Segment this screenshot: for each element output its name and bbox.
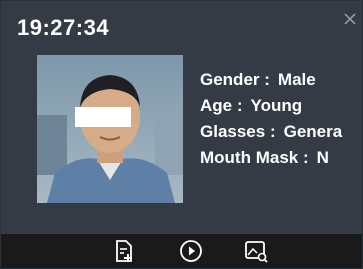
attribute-value: N bbox=[316, 148, 329, 167]
attribute-label: Glasses : bbox=[200, 122, 276, 141]
attribute-age: Age : Young bbox=[200, 93, 362, 119]
attribute-value: Genera bbox=[283, 122, 343, 141]
attribute-label: Gender : bbox=[200, 70, 270, 89]
privacy-mask-bar bbox=[75, 107, 131, 127]
face-photo bbox=[37, 55, 183, 203]
attribute-value: Young bbox=[250, 96, 303, 115]
close-icon[interactable] bbox=[342, 11, 358, 27]
attribute-value: Male bbox=[277, 70, 316, 89]
capture-time: 19:27:34 bbox=[17, 15, 110, 40]
attribute-label: Age : bbox=[200, 96, 243, 115]
attribute-list: Gender : Male Age : Young Glasses : Gene… bbox=[200, 67, 362, 171]
image-search-icon[interactable] bbox=[243, 238, 269, 264]
bottom-toolbar bbox=[1, 234, 362, 268]
attribute-label: Mouth Mask : bbox=[200, 148, 309, 167]
attribute-gender: Gender : Male bbox=[200, 67, 362, 93]
attribute-glasses: Glasses : Genera bbox=[200, 119, 362, 145]
attribute-mouth-mask: Mouth Mask : N bbox=[200, 145, 362, 171]
face-photo-illustration bbox=[37, 55, 183, 203]
add-file-icon[interactable] bbox=[111, 238, 137, 264]
play-icon[interactable] bbox=[178, 238, 204, 264]
face-capture-card: 19:27:34 Gender: Male Age: Young Glass… bbox=[0, 0, 363, 269]
